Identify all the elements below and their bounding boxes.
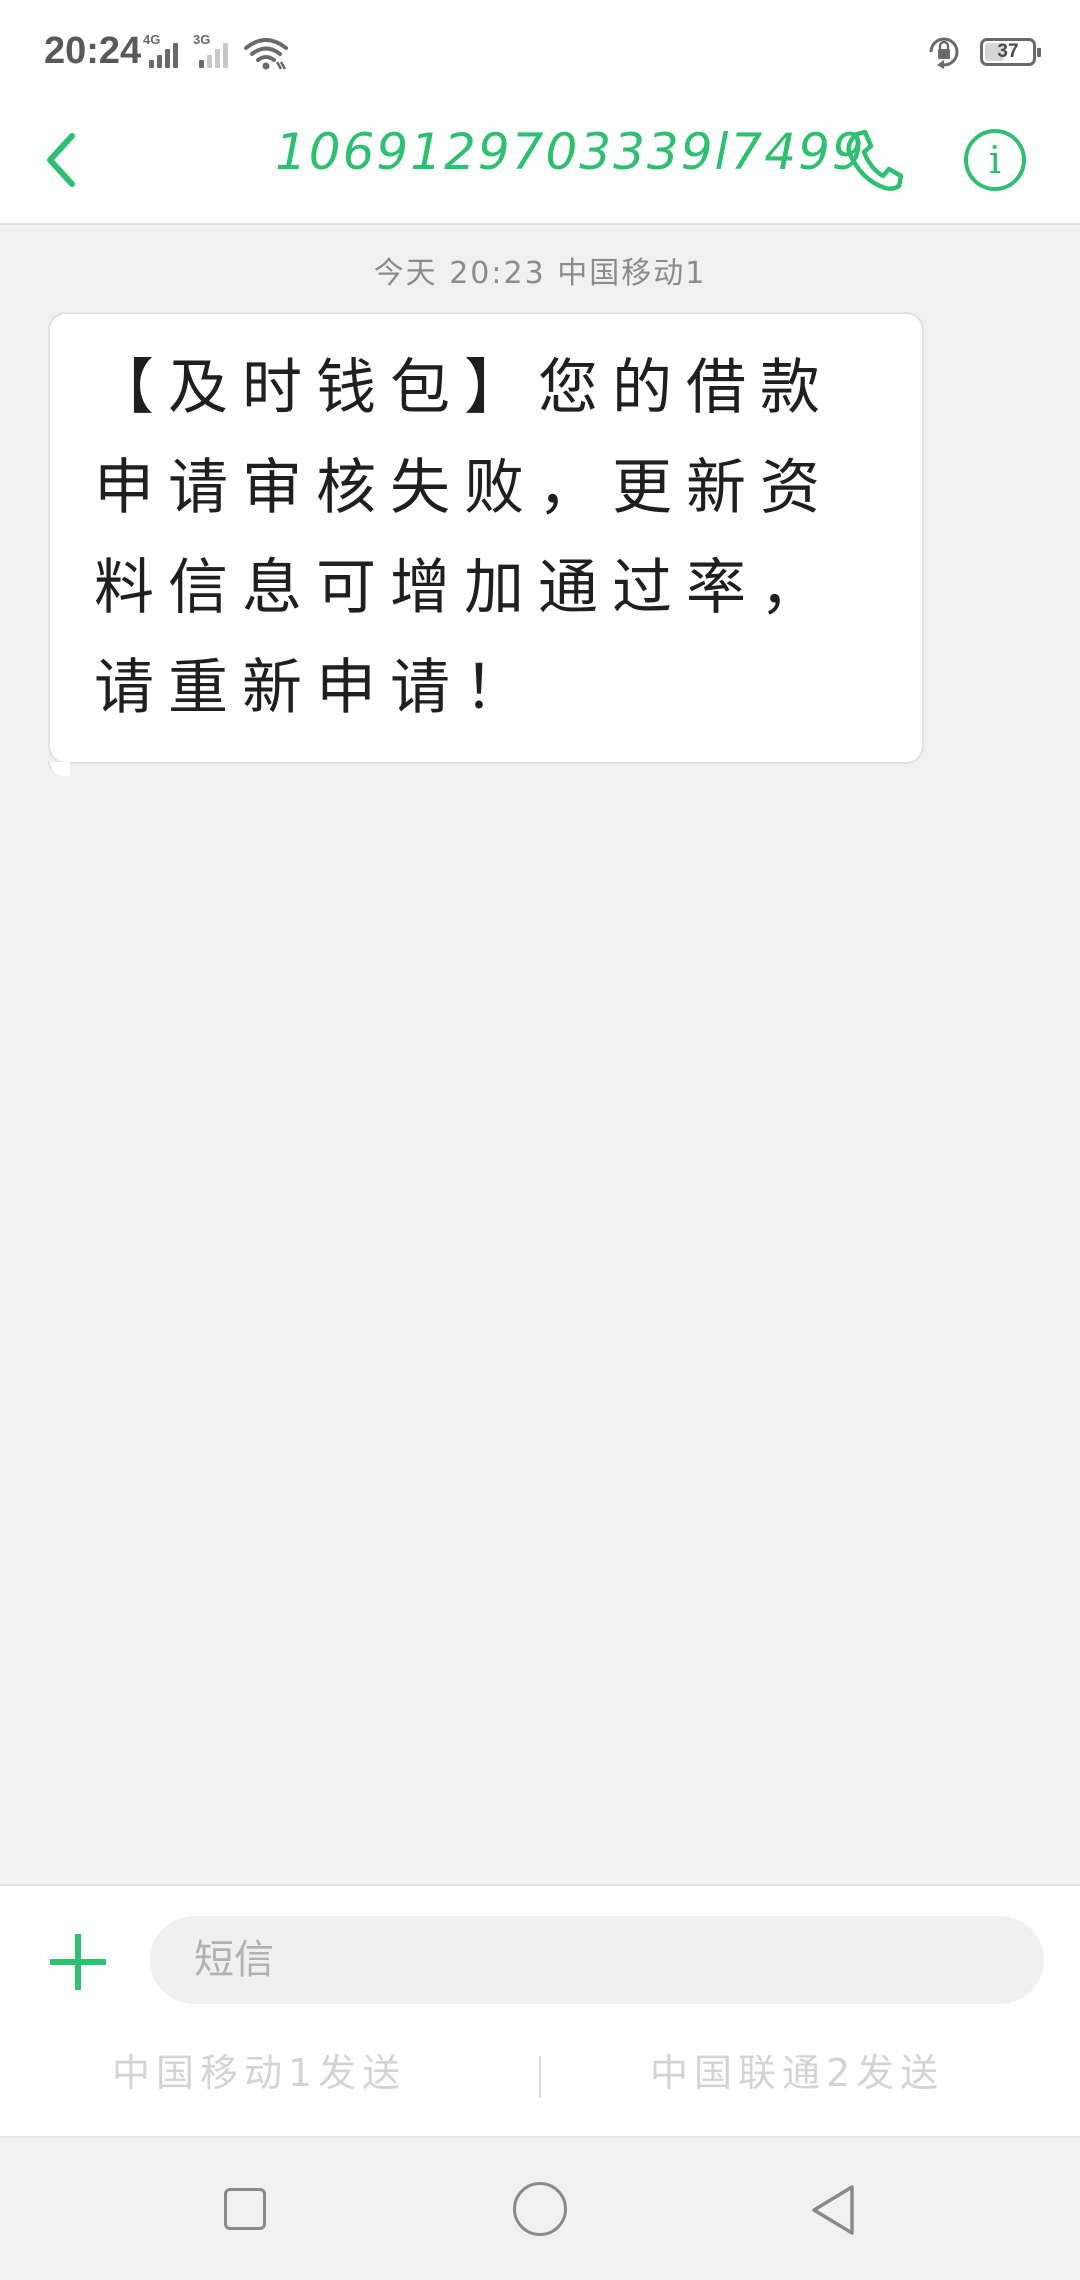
signal-sim2-icon: 3G — [193, 32, 235, 74]
status-icons-right: 37 — [926, 34, 1041, 70]
battery-icon: 37 — [980, 38, 1041, 66]
home-button[interactable] — [513, 2182, 567, 2236]
message-input[interactable] — [150, 1916, 1044, 2004]
message-composer: 中国移动1发送 中国联通2发送 — [0, 1884, 1080, 2138]
status-time: 20:24 — [44, 30, 142, 72]
add-attachment-button[interactable] — [48, 1932, 108, 1992]
status-icons-left: 4G 3G — [143, 32, 289, 74]
rotation-lock-icon — [929, 37, 959, 69]
back-button[interactable] — [30, 120, 94, 200]
signal-sim1-icon: 4G — [143, 32, 185, 74]
send-options: 中国移动1发送 中国联通2发送 — [0, 2042, 1080, 2102]
system-nav-bar — [0, 2136, 1080, 2280]
contact-number-title: 1069129703339l7499 — [275, 123, 866, 181]
call-button[interactable] — [838, 120, 908, 200]
send-sim1-button[interactable]: 中国移动1发送 — [112, 2042, 406, 2097]
sim2-network-label: 3G — [193, 32, 211, 47]
info-button[interactable]: i — [964, 129, 1026, 191]
battery-level: 37 — [997, 41, 1019, 62]
info-icon: i — [988, 138, 1002, 182]
recent-apps-button[interactable] — [224, 2188, 266, 2230]
status-bar: 20:24 4G 3G 37 — [0, 0, 1080, 110]
message-timestamp: 今天 20:23 中国移动1 — [373, 256, 707, 291]
nav-back-button[interactable] — [808, 2182, 858, 2238]
send-sim2-button[interactable]: 中国联通2发送 — [650, 2042, 944, 2097]
chevron-left-icon — [47, 133, 75, 187]
sim1-network-label: 4G — [143, 32, 161, 47]
conversation-header: 1069129703339l7499 i — [0, 110, 1080, 225]
message-bubble[interactable]: 【及时钱包】您的借款申请审核失败，更新资料信息可增加通过率，请重新申请！ — [48, 312, 924, 776]
message-text: 【及时钱包】您的借款申请审核失败，更新资料信息可增加通过率，请重新申请！ — [94, 353, 834, 723]
wifi-icon — [244, 38, 288, 70]
phone-icon — [846, 129, 903, 191]
send-divider — [539, 2056, 541, 2098]
